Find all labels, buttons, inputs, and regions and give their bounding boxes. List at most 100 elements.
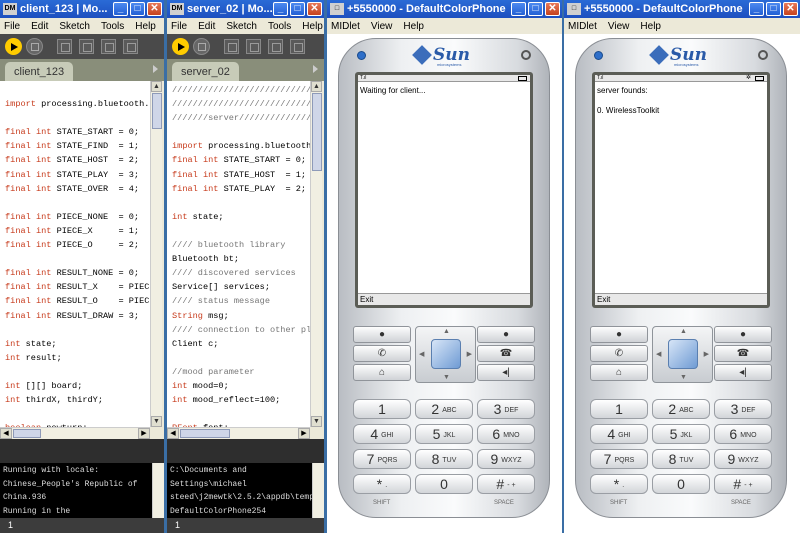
menu-tools[interactable]: Tools bbox=[268, 21, 291, 32]
minimize-button[interactable]: _ bbox=[749, 2, 764, 16]
scroll-right-arrow-icon[interactable]: ▶ bbox=[298, 428, 310, 439]
tab-menu-arrow-icon[interactable] bbox=[313, 65, 318, 73]
menu-edit[interactable]: Edit bbox=[31, 21, 48, 32]
hscroll-thumb[interactable] bbox=[180, 429, 230, 438]
run-button[interactable] bbox=[172, 38, 189, 55]
number-key-10[interactable]: *. bbox=[353, 474, 411, 494]
number-key-9[interactable]: 9 WXYZ bbox=[714, 449, 772, 469]
maximize-button[interactable]: □ bbox=[290, 2, 305, 16]
close-button[interactable]: ✕ bbox=[783, 2, 798, 16]
number-key-7[interactable]: 7 PQRS bbox=[590, 449, 648, 469]
menu-help[interactable]: Help bbox=[403, 21, 424, 32]
menu-tools[interactable]: Tools bbox=[101, 21, 124, 32]
number-key-12[interactable]: # - + bbox=[477, 474, 535, 494]
scroll-thumb[interactable] bbox=[152, 93, 162, 129]
menu-file[interactable]: File bbox=[4, 21, 20, 32]
scroll-right-arrow-icon[interactable]: ▶ bbox=[138, 428, 150, 439]
home-key-icon[interactable]: ⌂ bbox=[353, 364, 411, 381]
menu-file[interactable]: File bbox=[171, 21, 187, 32]
new-sketch-icon[interactable] bbox=[57, 39, 72, 54]
number-key-6[interactable]: 6 MNO bbox=[714, 424, 772, 444]
end-call-key-icon[interactable]: ☎ bbox=[477, 345, 535, 362]
number-key-6[interactable]: 6 MNO bbox=[477, 424, 535, 444]
close-button[interactable]: ✕ bbox=[147, 2, 162, 16]
number-key-10[interactable]: *. bbox=[590, 474, 648, 494]
select-key[interactable] bbox=[431, 339, 461, 369]
end-call-key-icon[interactable]: ☎ bbox=[714, 345, 772, 362]
number-key-3[interactable]: 3 DEF bbox=[714, 399, 772, 419]
client-code-editor[interactable]: import processing.bluetooth.*; final int … bbox=[0, 81, 150, 427]
client-title-bar[interactable]: DM client_123 | Mo... _ □ ✕ bbox=[0, 0, 164, 18]
scroll-down-arrow-icon[interactable]: ▼ bbox=[311, 416, 322, 427]
direction-pad[interactable]: ▲ ▼ ◀ ▶ bbox=[415, 326, 476, 383]
tab-menu-arrow-icon[interactable] bbox=[153, 65, 158, 73]
server-vertical-scrollbar[interactable]: ▲ ▼ bbox=[310, 81, 322, 427]
clear-key-icon[interactable]: ◂| bbox=[477, 364, 535, 381]
right-soft-key[interactable]: ● bbox=[477, 326, 535, 343]
server-title-bar[interactable]: DM server_02 | Mo... _ □ ✕ bbox=[167, 0, 324, 18]
open-sketch-icon[interactable] bbox=[79, 39, 94, 54]
new-sketch-icon[interactable] bbox=[224, 39, 239, 54]
emulator-2-title-bar[interactable]: □ +5550000 - DefaultColorPhone _ □ ✕ bbox=[564, 0, 800, 18]
client-vertical-scrollbar[interactable]: ▲ ▼ bbox=[150, 81, 162, 427]
number-key-11[interactable]: 0 bbox=[652, 474, 710, 494]
export-icon[interactable] bbox=[123, 39, 138, 54]
scroll-up-arrow-icon[interactable]: ▲ bbox=[311, 81, 322, 92]
scroll-up-arrow-icon[interactable]: ▲ bbox=[151, 81, 162, 92]
maximize-button[interactable]: □ bbox=[130, 2, 145, 16]
open-sketch-icon[interactable] bbox=[246, 39, 261, 54]
tab-client-123[interactable]: client_123 bbox=[5, 62, 74, 81]
client-console-scrollbar[interactable] bbox=[152, 463, 164, 518]
minimize-button[interactable]: _ bbox=[273, 2, 288, 16]
menu-help[interactable]: Help bbox=[302, 21, 323, 32]
number-key-5[interactable]: 5 JKL bbox=[415, 424, 473, 444]
left-soft-key[interactable]: ● bbox=[353, 326, 411, 343]
menu-midlet[interactable]: MIDlet bbox=[568, 21, 597, 32]
direction-pad[interactable]: ▲ ▼ ◀ ▶ bbox=[652, 326, 713, 383]
menu-help[interactable]: Help bbox=[640, 21, 661, 32]
hscroll-thumb[interactable] bbox=[13, 429, 41, 438]
power-icon[interactable] bbox=[521, 50, 531, 60]
scroll-left-arrow-icon[interactable]: ◀ bbox=[167, 428, 179, 439]
scroll-thumb[interactable] bbox=[312, 93, 322, 171]
clear-key-icon[interactable]: ◂| bbox=[714, 364, 772, 381]
right-soft-key[interactable]: ● bbox=[714, 326, 772, 343]
menu-help[interactable]: Help bbox=[135, 21, 156, 32]
exit-softkey-label[interactable]: Exit bbox=[597, 295, 610, 304]
number-key-7[interactable]: 7 PQRS bbox=[353, 449, 411, 469]
exit-softkey-label[interactable]: Exit bbox=[360, 295, 373, 304]
stop-button[interactable] bbox=[193, 38, 210, 55]
menu-midlet[interactable]: MIDlet bbox=[331, 21, 360, 32]
number-key-12[interactable]: # - + bbox=[714, 474, 772, 494]
close-button[interactable]: ✕ bbox=[545, 2, 560, 16]
save-sketch-icon[interactable] bbox=[101, 39, 116, 54]
number-key-3[interactable]: 3 DEF bbox=[477, 399, 535, 419]
number-key-9[interactable]: 9 WXYZ bbox=[477, 449, 535, 469]
save-sketch-icon[interactable] bbox=[268, 39, 283, 54]
number-key-2[interactable]: 2 ABC bbox=[415, 399, 473, 419]
close-button[interactable]: ✕ bbox=[307, 2, 322, 16]
menu-view[interactable]: View bbox=[608, 21, 630, 32]
server-code-editor[interactable]: //////////////////////////// ////////////… bbox=[167, 81, 310, 427]
number-key-5[interactable]: 5 JKL bbox=[652, 424, 710, 444]
stop-button[interactable] bbox=[26, 38, 43, 55]
menu-sketch[interactable]: Sketch bbox=[226, 21, 257, 32]
call-key-icon[interactable]: ✆ bbox=[353, 345, 411, 362]
scroll-down-arrow-icon[interactable]: ▼ bbox=[151, 416, 162, 427]
number-key-1[interactable]: 1 bbox=[590, 399, 648, 419]
scroll-left-arrow-icon[interactable]: ◀ bbox=[0, 428, 12, 439]
number-key-4[interactable]: 4 GHI bbox=[353, 424, 411, 444]
export-icon[interactable] bbox=[290, 39, 305, 54]
select-key[interactable] bbox=[668, 339, 698, 369]
menu-view[interactable]: View bbox=[371, 21, 393, 32]
minimize-button[interactable]: _ bbox=[511, 2, 526, 16]
number-key-1[interactable]: 1 bbox=[353, 399, 411, 419]
number-key-2[interactable]: 2 ABC bbox=[652, 399, 710, 419]
call-key-icon[interactable]: ✆ bbox=[590, 345, 648, 362]
number-key-8[interactable]: 8 TUV bbox=[652, 449, 710, 469]
left-soft-key[interactable]: ● bbox=[590, 326, 648, 343]
server-horizontal-scrollbar[interactable]: ◀ ▶ bbox=[167, 427, 310, 439]
client-horizontal-scrollbar[interactable]: ◀ ▶ bbox=[0, 427, 150, 439]
menu-edit[interactable]: Edit bbox=[198, 21, 215, 32]
run-button[interactable] bbox=[5, 38, 22, 55]
